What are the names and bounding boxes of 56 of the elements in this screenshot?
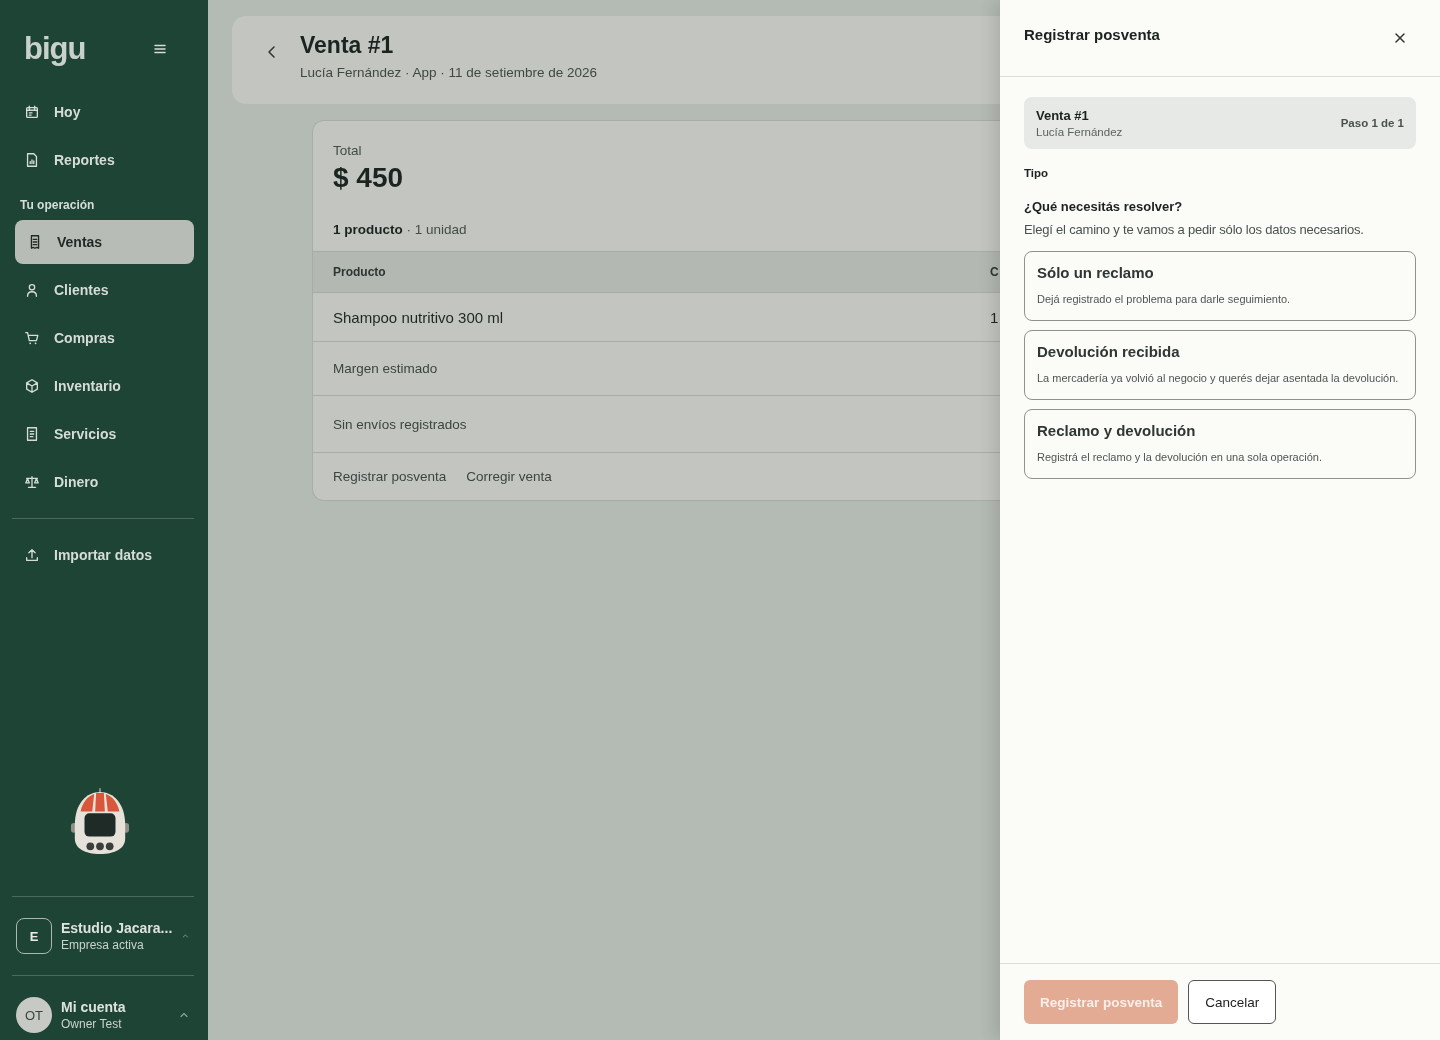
logo: bigu (24, 31, 86, 67)
sale-title: Venta #1 (1036, 108, 1090, 123)
option-description: La mercadería ya volvió al negocio y querés dejar asentada la devolución. (1037, 371, 1399, 386)
account-subtitle: Empresa activa (61, 938, 145, 952)
cart-icon (24, 330, 40, 346)
column-header: Producto (313, 252, 984, 293)
page-title: Venta #1 (300, 32, 395, 59)
option-title: Sólo un reclamo (1037, 264, 1154, 281)
person-icon (24, 282, 40, 298)
option-description: Dejá registrado el problema para darle seguimiento. (1037, 292, 1291, 307)
close-icon[interactable] (1392, 30, 1408, 46)
account-name: Mi cuenta (61, 999, 127, 1015)
scale-icon (24, 474, 40, 490)
option-card[interactable]: Devolución recibida La mercadería ya volvió al negocio y querés dejar asentada la devolución. (1024, 330, 1416, 400)
panel-title: Registrar posventa (1024, 26, 1160, 43)
option-card[interactable]: Reclamo y devolución Registrá el reclamo y la devolución en una sola operación. (1024, 409, 1416, 479)
option-title: Reclamo y devolución (1037, 422, 1196, 439)
product-count: 1 producto · 1 unidad (333, 222, 467, 237)
row-label: Margen estimado (333, 361, 438, 376)
step-label: Paso 1 de 1 (1340, 117, 1404, 129)
nav-item[interactable]: Compras (12, 316, 194, 360)
action-link[interactable]: Registrar posventa (333, 469, 447, 484)
page-subtitle: Lucía Fernández · App · 11 de setiembre de 2026 (300, 65, 597, 80)
table-cell-text: 1 (989, 307, 1000, 328)
row-label: Sin envíos registrados (333, 416, 467, 432)
upload-icon (24, 547, 40, 563)
total-label: Total (333, 143, 362, 158)
customer-name: Lucía Fernández (1036, 126, 1123, 138)
calendar-icon (24, 104, 40, 120)
nav-item[interactable]: Ventas (15, 220, 194, 264)
account-subtitle: Owner Test (61, 1017, 123, 1031)
account-name: Estudio Jacara... (61, 920, 173, 936)
nav-item[interactable]: Reportes (12, 138, 194, 182)
option-title: Devolución recibida (1037, 343, 1180, 360)
section-title: Tu operación (19, 197, 96, 214)
option-card[interactable]: Sólo un reclamo Dejá registrado el problema para darle seguimiento. (1024, 251, 1416, 321)
avatar: OT (16, 997, 52, 1033)
option-description: Registrá el reclamo y la devolución en una sola operación. (1037, 450, 1322, 465)
nav-item[interactable]: Dinero (12, 460, 194, 504)
hint-text: Elegí el camino y te vamos a pedir sólo los datos necesarios. (1024, 222, 1365, 237)
section-label: Tipo (1024, 167, 1050, 179)
cancel-button[interactable]: Cancelar (1188, 980, 1277, 1024)
question: ¿Qué necesitás resolver? (1024, 199, 1184, 214)
avatar: E (16, 918, 52, 954)
nav-item[interactable]: Hoy (12, 90, 194, 134)
document-chart-icon (24, 152, 40, 168)
total-amount: $ 450 (333, 162, 404, 195)
box-icon (24, 378, 40, 394)
column-header: C (984, 252, 1000, 293)
nav-item[interactable]: Inventario (12, 364, 194, 408)
table-cell-text: Shampoo nutritivo 300 ml (332, 307, 505, 328)
document-icon (24, 426, 40, 442)
nav-item[interactable]: Clientes (12, 268, 194, 312)
nav-item[interactable]: Servicios (12, 412, 194, 456)
action-link[interactable]: Corregir venta (466, 469, 552, 484)
nav-item[interactable]: Importar datos (12, 533, 194, 577)
